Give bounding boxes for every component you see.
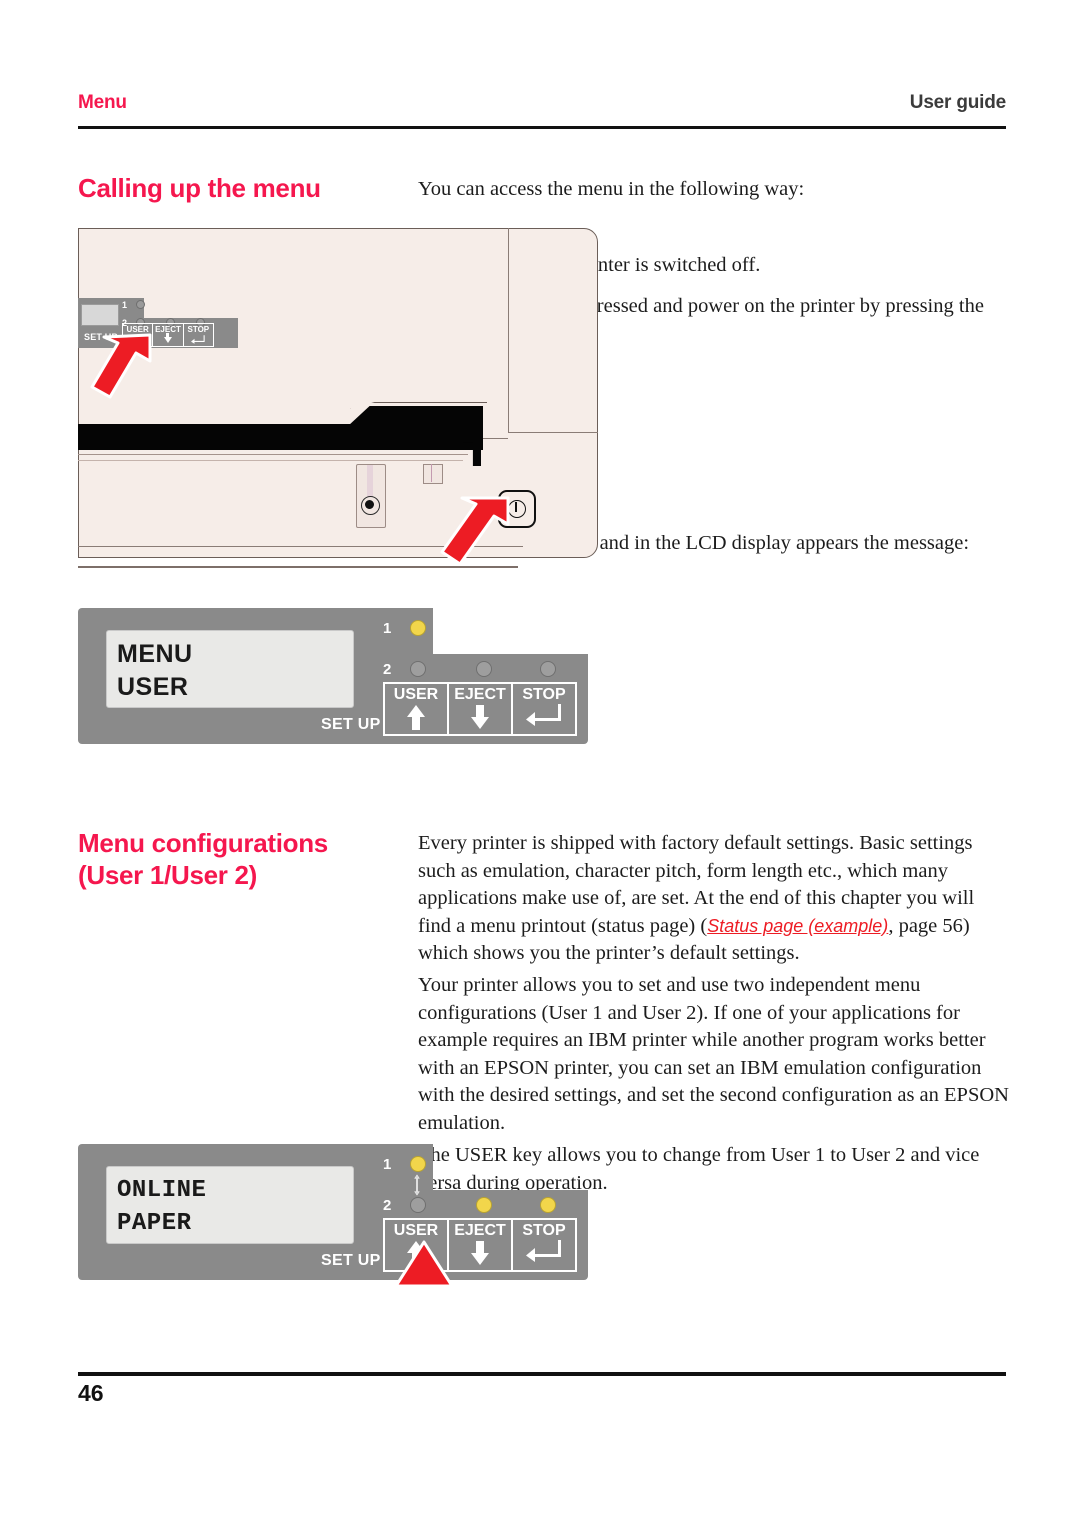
document-page: Menu User guide Calling up the menu Menu… [0,0,1080,1528]
cross-reference-status-page-link[interactable]: Status page (example) [707,916,888,936]
panel-keypad: USER EJECT STOP [383,682,577,736]
down-arrow-icon [163,333,172,343]
printer-tab-line [431,464,432,482]
paragraph-config-1: Every printer is shipped with factory de… [418,830,1010,968]
page-number: 46 [78,1380,104,1406]
paragraph-config-2: Your printer allows you to set and use t… [418,974,1009,1134]
section-heading-menu-configurations: Menu configurations (User 1/User 2) [78,827,408,891]
control-panel-lcd [81,304,119,326]
key-stop-label: STOP [522,1222,566,1239]
key-eject-label: EJECT [454,686,506,703]
control-panel-figure-menu: MENU USER 1 2 SET UP USER EJECT STOP [78,608,588,744]
running-head: Menu User guide [78,92,1006,126]
up-arrow-icon [407,705,425,730]
key-eject[interactable]: EJECT [449,684,513,734]
key-stop-label: STOP [522,686,566,703]
paragraph-intro: You can access the menu in the following… [418,178,805,200]
heading-line-2: (User 1/User 2) [78,860,258,890]
header-divider [78,126,1006,129]
running-head-left: Menu [78,92,127,113]
led-indicator-eject [476,1197,492,1213]
printer-slot-edge-1 [78,454,468,456]
printer-illustration: 1 2 SET UP USER EJECT STOP [78,228,598,578]
arrow-to-power-button [440,496,510,566]
lcd-line-2: USER [117,673,189,701]
section-heading-calling-up-the-menu: Calling up the menu [78,173,321,203]
control-panel-figure-online: ONLINE PAPER 1 2 SET UP USER EJECT STOP [78,1144,588,1288]
lcd-display-menu: MENU USER [106,630,354,708]
key-user-label: USER [393,686,439,703]
key-stop[interactable]: STOP [513,1220,575,1270]
paragraph-intro-wrapper: You can access the menu in the following… [418,176,1010,204]
led-label-2: 2 [383,1197,392,1214]
lcd-line-1: MENU [117,640,193,668]
led-indicator-2 [410,661,426,677]
down-arrow-icon [471,1241,489,1265]
paragraph-config-1-wrapper: Every printer is shipped with factory de… [418,830,1010,968]
arrow-to-user-key [90,333,152,399]
enter-arrow-icon [526,1240,561,1262]
lcd-line-2: PAPER [117,1210,192,1237]
panel-setup-label: SET UP [321,716,381,733]
printer-key-stop[interactable]: STOP [184,324,213,346]
led-label-1: 1 [383,620,392,637]
paragraph-config-2-wrapper: Your printer allows you to set and use t… [418,972,1010,1137]
printer-paper-slot [78,424,483,450]
printer-key-eject[interactable]: EJECT [153,324,184,346]
red-triangle-highlight-icon [394,1240,454,1288]
screw-icon [361,496,380,515]
printer-slot-edge-2 [78,460,463,462]
enter-arrow-icon [191,335,205,344]
key-eject-label: EJECT [454,1222,506,1239]
enter-arrow-icon [526,704,561,726]
control-panel-led-1 [136,300,145,309]
running-head-right: User guide [909,92,1006,113]
panel-setup-label: SET UP [321,1252,381,1269]
led-indicator-1 [410,620,426,636]
led-indicator-eject [476,661,492,677]
printer-seam-vertical [508,228,510,433]
heading-line-1: Menu configurations [78,828,328,858]
lcd-display-online: ONLINE PAPER [106,1166,354,1244]
printer-slot-upper [348,406,483,426]
key-eject[interactable]: EJECT [449,1220,513,1270]
key-user[interactable]: USER [385,684,449,734]
printer-tab [423,464,443,484]
double-arrow-between-leds-icon [414,1174,420,1196]
led-label-2: 2 [383,661,392,678]
key-stop[interactable]: STOP [513,684,575,734]
led-indicator-stop [540,661,556,677]
led-indicator-stop [540,1197,556,1213]
footer-divider [78,1372,1006,1376]
control-panel-led-label-1: 1 [122,300,128,310]
lcd-line-1: ONLINE [117,1177,207,1204]
printer-key-stop-label: STOP [187,325,210,334]
key-user-label: USER [393,1222,439,1239]
down-arrow-icon [471,705,489,729]
printer-seam-horizontal [508,432,598,434]
led-label-1: 1 [383,1156,392,1173]
